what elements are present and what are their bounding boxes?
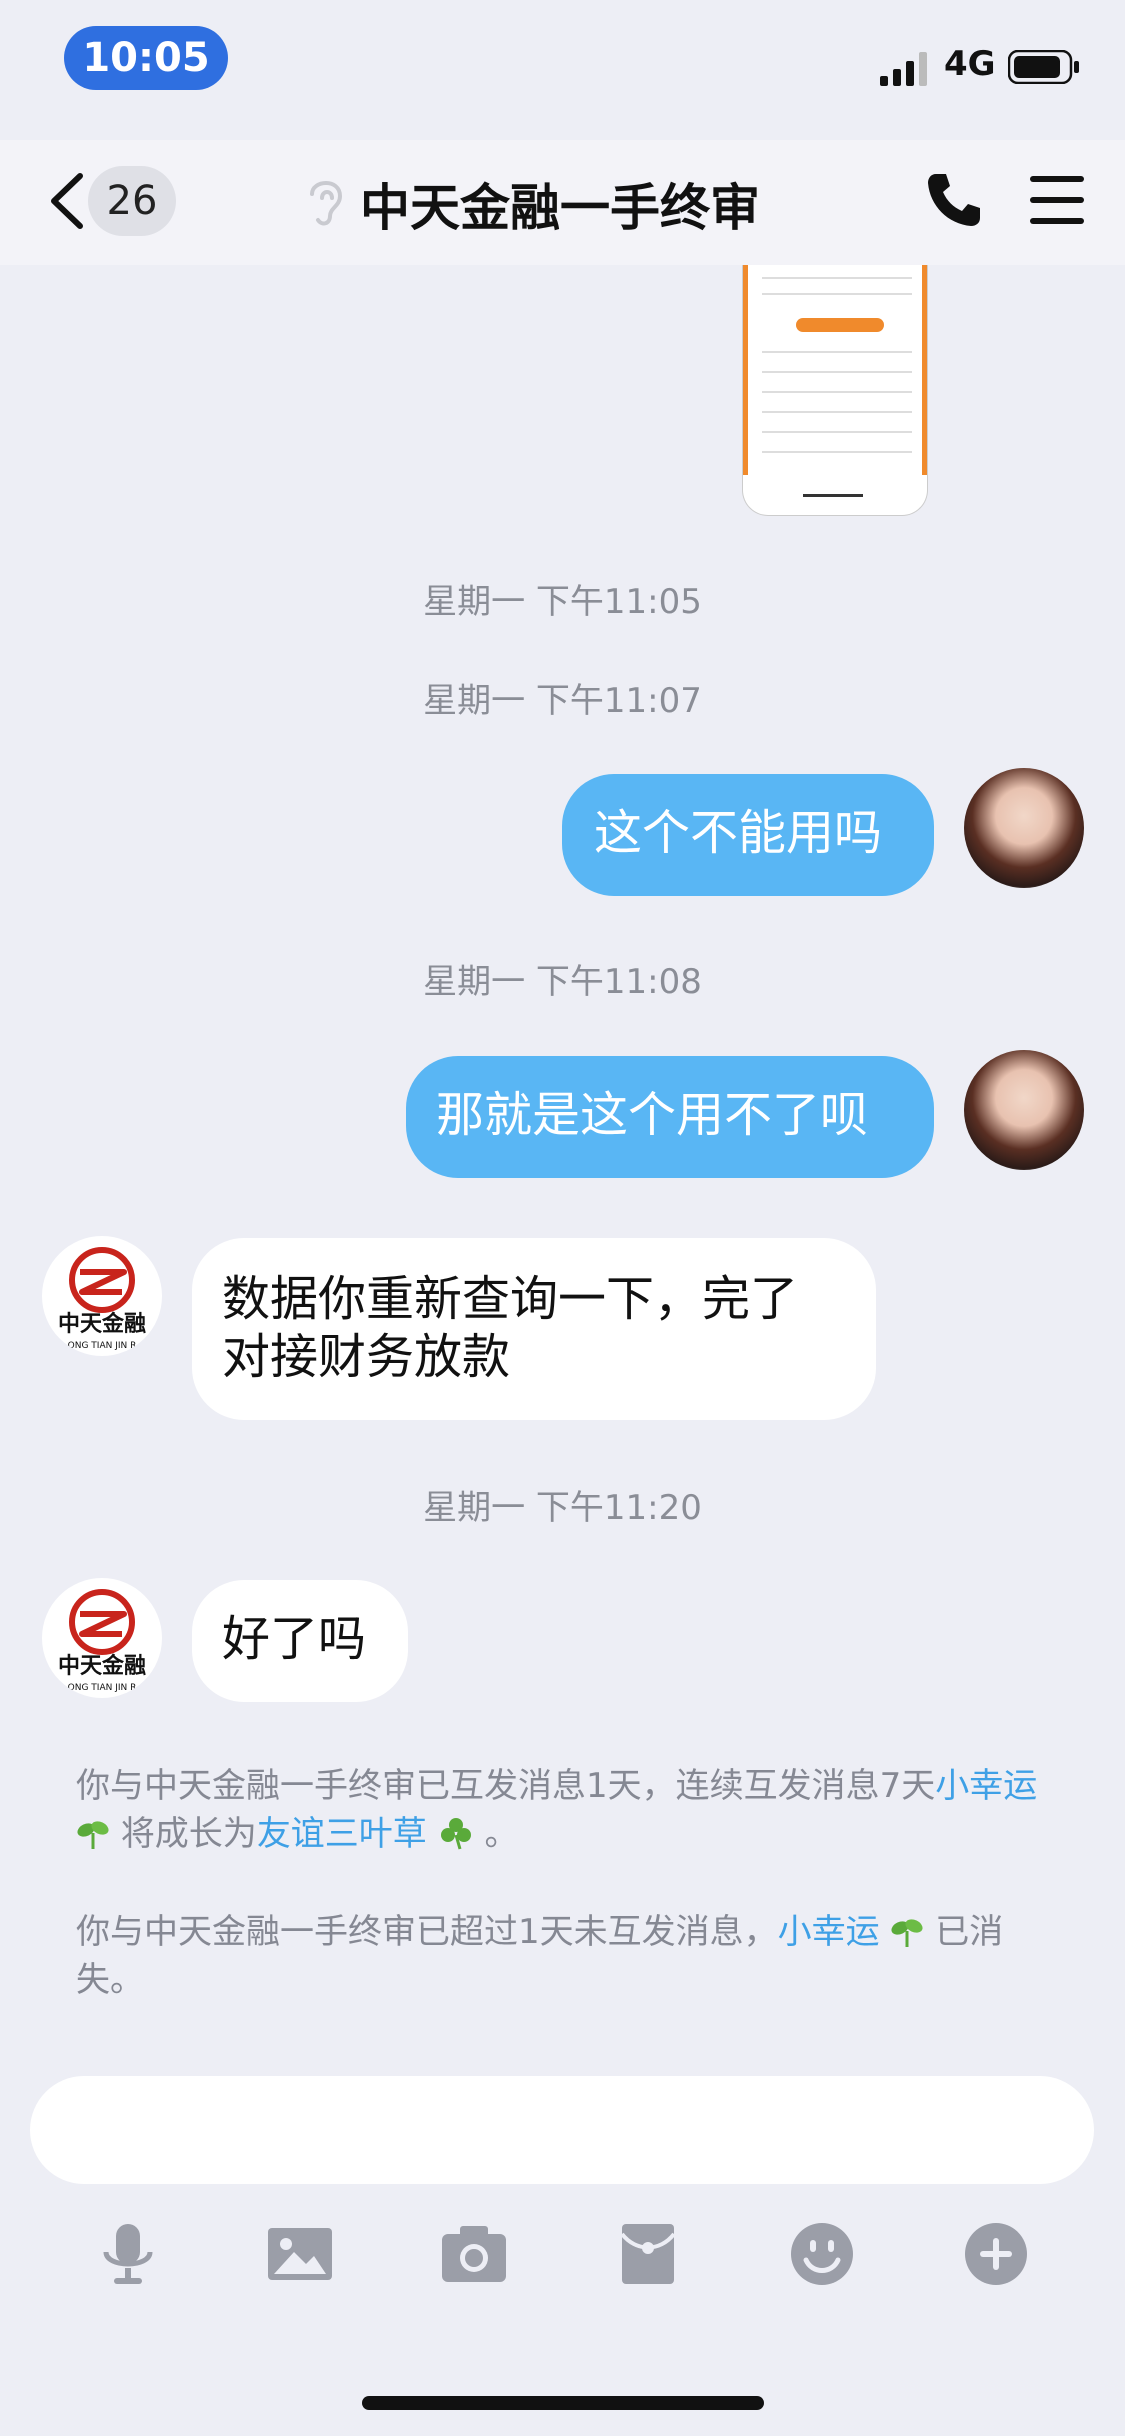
image-message-thumbnail[interactable] xyxy=(742,265,928,516)
contact-avatar[interactable]: 中天金融 ONG TIAN JIN R xyxy=(42,1236,162,1356)
menu-icon[interactable] xyxy=(1028,172,1086,228)
message-line: 数据你重新查询一下，完了 xyxy=(222,1271,799,1327)
clover-icon xyxy=(440,1818,471,1850)
incoming-message-bubble[interactable]: 好了吗 xyxy=(192,1580,408,1702)
contact-avatar[interactable]: 中天金融 ONG TIAN JIN R xyxy=(42,1578,162,1698)
user-avatar[interactable] xyxy=(964,1050,1084,1170)
image-icon[interactable] xyxy=(268,2222,332,2286)
camera-icon[interactable] xyxy=(442,2222,506,2286)
plus-icon[interactable] xyxy=(964,2222,1028,2286)
contact-logo-name: 中天金融 xyxy=(58,1653,146,1679)
chat-title: 中天金融一手终审 xyxy=(360,179,760,237)
note-text: 你与中天金融一手终审已互发消息1天，连续互发消息7天 xyxy=(76,1766,936,1806)
incoming-message-bubble[interactable]: 数据你重新查询一下，完了 对接财务放款 xyxy=(192,1238,876,1420)
lucky-expired-note: 你与中天金融一手终审已超过1天未互发消息，小幸运 已消失。 xyxy=(76,1908,1056,2004)
emoji-icon[interactable] xyxy=(790,2222,854,2286)
outgoing-message-bubble[interactable]: 那就是这个用不了呗 xyxy=(406,1056,934,1178)
cellular-signal-icon xyxy=(880,52,927,86)
note-text: 你与中天金融一手终审已超过1天未互发消息， xyxy=(76,1912,778,1952)
timestamp: 星期一 下午11:05 xyxy=(423,582,702,622)
message-line: 对接财务放款 xyxy=(222,1329,511,1385)
contact-logo-icon: 中天金融 ONG TIAN JIN R xyxy=(58,1589,146,1693)
sprout-icon xyxy=(891,1919,923,1947)
red-packet-icon[interactable] xyxy=(616,2222,680,2286)
battery-icon xyxy=(1008,50,1079,84)
status-time: 10:05 xyxy=(64,26,228,90)
unread-count-badge[interactable]: 26 xyxy=(88,166,176,236)
status-bar: 10:05 4G xyxy=(0,0,1125,140)
timestamp: 星期一 下午11:08 xyxy=(423,962,702,1002)
phone-icon[interactable] xyxy=(922,168,986,232)
ear-icon xyxy=(310,181,343,226)
microphone-icon[interactable] xyxy=(96,2222,160,2286)
contact-logo-name: 中天金融 xyxy=(58,1311,146,1337)
lucky-link[interactable]: 小幸运 xyxy=(935,1766,1037,1806)
contact-logo-subtitle: ONG TIAN JIN R xyxy=(68,1341,137,1351)
contact-logo-subtitle: ONG TIAN JIN R xyxy=(68,1683,137,1693)
timestamp: 星期一 下午11:20 xyxy=(423,1488,702,1528)
sprout-icon xyxy=(77,1821,109,1849)
note-text: 将成长为 xyxy=(120,1814,257,1854)
friendship-note: 你与中天金融一手终审已互发消息1天，连续互发消息7天小幸运 将成长为友谊三叶草 … xyxy=(76,1762,1056,1858)
message-input[interactable] xyxy=(30,2076,1094,2184)
network-type: 4G xyxy=(944,44,996,84)
user-avatar[interactable] xyxy=(964,768,1084,888)
timestamp: 星期一 下午11:07 xyxy=(423,681,702,721)
home-indicator[interactable] xyxy=(362,2396,764,2410)
contact-logo-icon: 中天金融 ONG TIAN JIN R xyxy=(58,1247,146,1351)
outgoing-message-bubble[interactable]: 这个不能用吗 xyxy=(562,774,934,896)
lucky-link[interactable]: 小幸运 xyxy=(778,1912,880,1952)
note-text: 。 xyxy=(484,1814,519,1854)
clover-link[interactable]: 友谊三叶草 xyxy=(257,1814,427,1854)
